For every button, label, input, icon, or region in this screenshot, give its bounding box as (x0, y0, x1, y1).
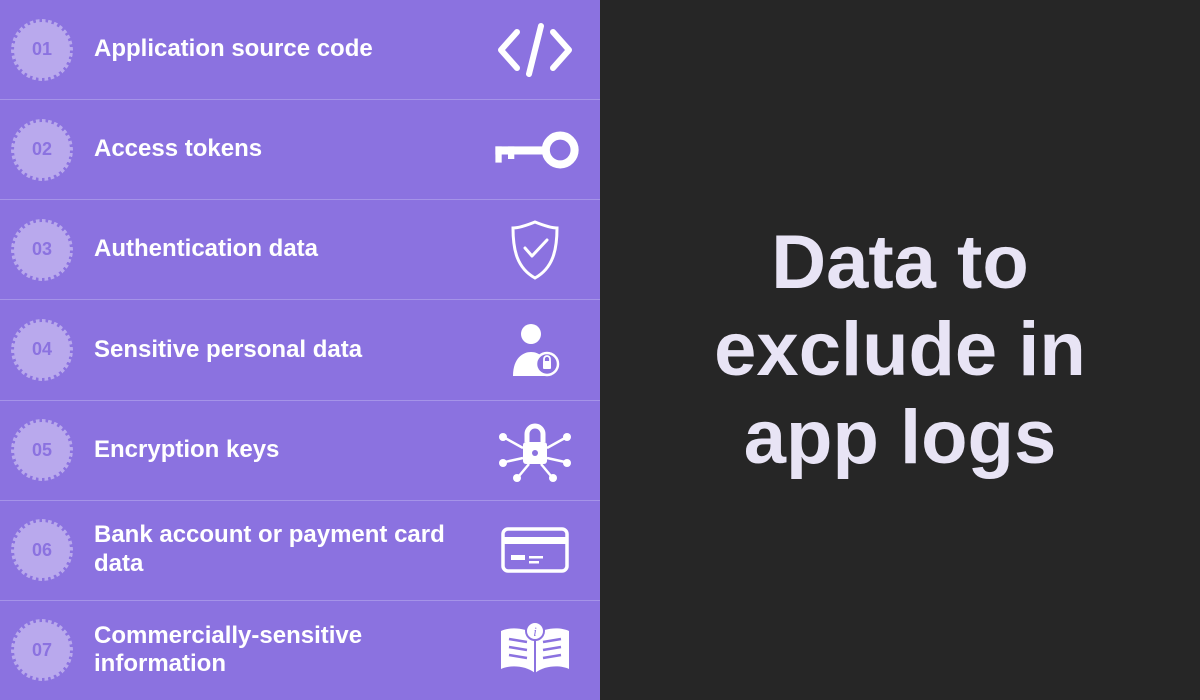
list-item: 05 Encryption keys (0, 401, 600, 501)
badge-number: 07 (32, 640, 52, 661)
number-badge: 01 (14, 22, 70, 78)
badge-number: 02 (32, 139, 52, 160)
item-label: Access tokens (94, 135, 490, 164)
shield-check-icon (490, 218, 580, 282)
badge-number: 06 (32, 540, 52, 561)
number-badge: 06 (14, 522, 70, 578)
credit-card-icon (490, 523, 580, 577)
item-label: Sensitive personal data (94, 336, 490, 365)
badge-number: 01 (32, 39, 52, 60)
badge-number: 03 (32, 239, 52, 260)
key-icon (490, 125, 580, 175)
main-title: Data to exclude in app logs (640, 219, 1160, 481)
list-item: 04 Sensitive personal data (0, 300, 600, 400)
code-icon (490, 22, 580, 78)
item-label: Application source code (94, 35, 490, 64)
item-label: Authentication data (94, 235, 490, 264)
book-info-icon: i (490, 619, 580, 681)
number-badge: 02 (14, 122, 70, 178)
list-item: 06 Bank account or payment card data (0, 501, 600, 601)
number-badge: 04 (14, 322, 70, 378)
title-panel: Data to exclude in app logs (600, 0, 1200, 700)
list-item: 01 Application source code (0, 0, 600, 100)
svg-text:i: i (533, 624, 537, 639)
number-badge: 05 (14, 422, 70, 478)
item-label: Bank account or payment card data (94, 521, 490, 579)
items-list: 01 Application source code 02 Access tok… (0, 0, 600, 700)
item-label: Encryption keys (94, 436, 490, 465)
badge-number: 05 (32, 440, 52, 461)
person-lock-icon (490, 318, 580, 382)
list-item: 03 Authentication data (0, 200, 600, 300)
item-label: Commercially-sensitive information (94, 622, 490, 680)
list-item: 07 Commercially-sensitive information i (0, 601, 600, 700)
number-badge: 07 (14, 622, 70, 678)
badge-number: 04 (32, 339, 52, 360)
lock-network-icon (490, 416, 580, 484)
number-badge: 03 (14, 222, 70, 278)
list-item: 02 Access tokens (0, 100, 600, 200)
